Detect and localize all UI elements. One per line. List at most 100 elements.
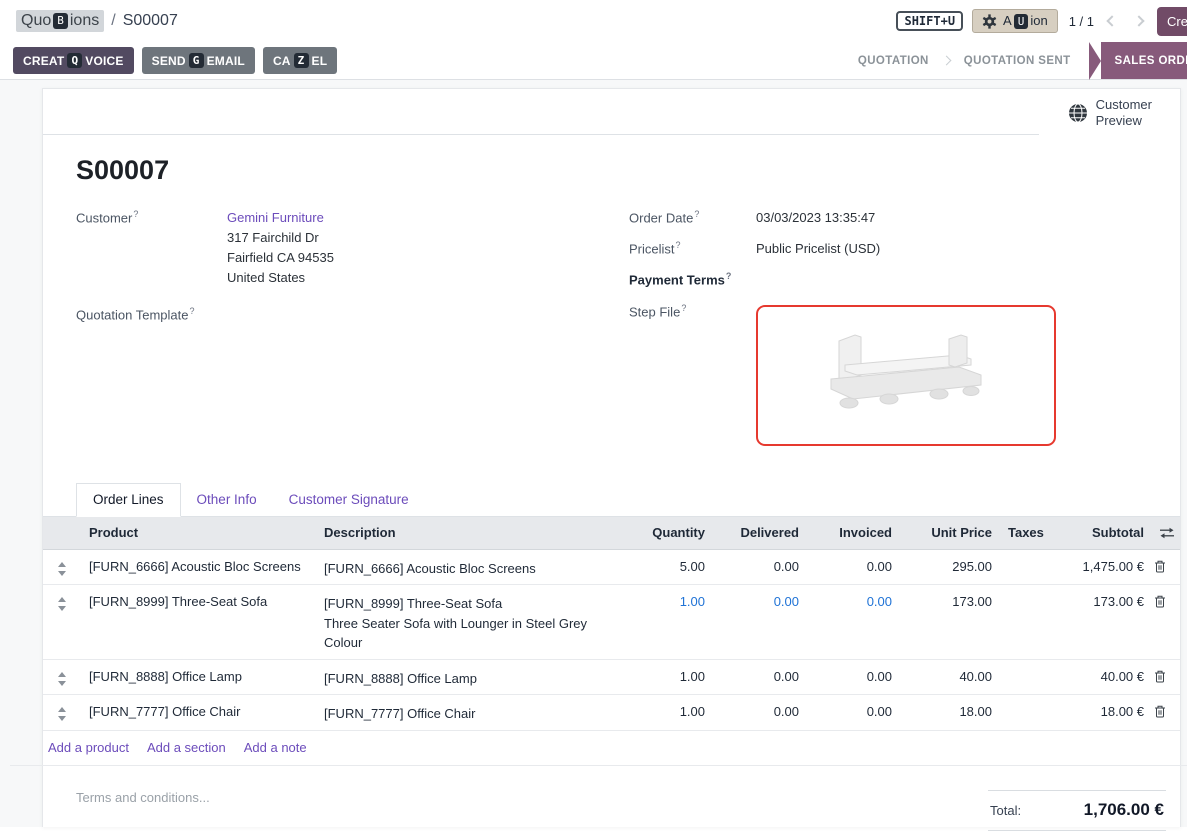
statusbar-step-sales-order[interactable]: SALES ORDER [1101, 42, 1187, 79]
shortcut-badge: SHIFT+U [896, 11, 963, 31]
step-file-image[interactable] [756, 305, 1056, 446]
cell-unit-price: 295.00 [900, 550, 1000, 585]
cell-quantity: 5.00 [628, 550, 713, 585]
delete-row-button[interactable] [1152, 550, 1182, 585]
header-subtotal[interactable]: Subtotal [1044, 517, 1152, 549]
hotkey-hint-q: Q [67, 53, 82, 69]
form-sheet: CustomerPreview S00007 Customer? Gemini … [42, 88, 1181, 827]
pager-value: 1 / 1 [1069, 14, 1094, 29]
field-payment-terms[interactable]: Payment Terms? [629, 270, 1147, 287]
adjust-columns-icon [1160, 527, 1174, 539]
order-date-value[interactable]: 03/03/2023 13:35:47 [756, 208, 875, 228]
order-lines-table: Product Description Quantity Delivered I… [43, 517, 1180, 766]
delete-row-button[interactable] [1152, 695, 1182, 730]
optional-columns-button[interactable] [1152, 517, 1182, 549]
header-handle-spacer [43, 517, 81, 549]
pricelist-label: Pricelist? [629, 239, 756, 259]
cell-description: [FURN_7777] Office Chair [316, 695, 628, 730]
trash-icon [1154, 705, 1166, 718]
field-groups: Customer? Gemini Furniture 317 Fairchild… [76, 208, 1147, 457]
page-title: S00007 [76, 155, 1147, 186]
cell-product: [FURN_8888] Office Lamp [81, 660, 316, 695]
send-email-button[interactable]: SENDGEMAIL [142, 47, 255, 75]
cell-unit-price: 40.00 [900, 660, 1000, 695]
add-note-link[interactable]: Add a note [244, 740, 307, 755]
breadcrumb-section-pre: Quo [21, 12, 51, 30]
cell-taxes [1000, 660, 1044, 695]
table-row[interactable]: [FURN_6666] Acoustic Bloc Screens [FURN_… [43, 550, 1180, 586]
customer-preview-button[interactable]: CustomerPreview [1068, 97, 1152, 130]
breadcrumb-separator: / [111, 12, 115, 30]
header-taxes[interactable]: Taxes [1000, 517, 1044, 549]
action-menu-button[interactable]: AUion [972, 9, 1058, 34]
statusbar-step-quotation-sent[interactable]: QUOTATION SENT [950, 42, 1085, 79]
table-row[interactable]: [FURN_8888] Office Lamp [FURN_8888] Offi… [43, 660, 1180, 696]
cell-subtotal: 18.00 € [1044, 695, 1152, 730]
content-area: CustomerPreview S00007 Customer? Gemini … [0, 80, 1187, 827]
globe-icon [1068, 103, 1088, 123]
field-pricelist: Pricelist? Public Pricelist (USD) [629, 239, 1147, 259]
cell-subtotal: 40.00 € [1044, 660, 1152, 695]
address-line-2: Fairfield CA 94535 [227, 248, 334, 268]
cell-invoiced: 0.00 [807, 695, 900, 730]
pager-previous-button[interactable] [1103, 12, 1121, 30]
terms-input-placeholder[interactable]: Terms and conditions... [76, 790, 210, 805]
help-icon: ? [676, 240, 681, 250]
table-row[interactable]: [FURN_7777] Office Chair [FURN_7777] Off… [43, 695, 1180, 731]
header-quantity[interactable]: Quantity [628, 517, 713, 549]
top-bar: QuoBions / S00007 SHIFT+U AUion 1 / 1 Cr… [0, 0, 1187, 42]
cell-quantity: 1.00 [628, 695, 713, 730]
cell-product: [FURN_8999] Three-Seat Sofa [81, 585, 316, 659]
cell-taxes [1000, 585, 1044, 659]
topbar-right: SHIFT+U AUion 1 / 1 Create [896, 7, 1187, 36]
field-customer: Customer? Gemini Furniture 317 Fairchild… [76, 208, 629, 289]
table-row[interactable]: [FURN_8999] Three-Seat Sofa [FURN_8999] … [43, 585, 1180, 660]
pricelist-value[interactable]: Public Pricelist (USD) [756, 239, 880, 259]
cell-quantity: 1.00 [628, 585, 713, 659]
tab-customer-signature[interactable]: Customer Signature [273, 484, 425, 516]
help-icon: ? [133, 209, 138, 219]
statusbar-step-quotation[interactable]: QUOTATION [844, 42, 943, 79]
delete-row-button[interactable] [1152, 660, 1182, 695]
breadcrumb-quotations[interactable]: QuoBions [16, 10, 104, 32]
hotkey-hint-b: B [53, 13, 68, 29]
drag-handle[interactable] [43, 550, 81, 585]
cell-taxes [1000, 550, 1044, 585]
action-label: AUion [1003, 13, 1048, 30]
table-footer-links: Add a product Add a section Add a note [10, 731, 1187, 766]
tab-order-lines[interactable]: Order Lines [76, 483, 181, 517]
cell-quantity: 1.00 [628, 660, 713, 695]
cell-invoiced: 0.00 [807, 660, 900, 695]
header-delivered[interactable]: Delivered [713, 517, 807, 549]
cell-taxes [1000, 695, 1044, 730]
drag-handle-icon [57, 672, 67, 686]
field-quotation-template[interactable]: Quotation Template? [76, 305, 629, 322]
create-invoice-button[interactable]: CREATQVOICE [13, 47, 134, 75]
header-invoiced[interactable]: Invoiced [807, 517, 900, 549]
breadcrumb: QuoBions / S00007 [16, 10, 178, 32]
drag-handle[interactable] [43, 585, 81, 659]
add-section-link[interactable]: Add a section [147, 740, 226, 755]
header-product[interactable]: Product [81, 517, 316, 549]
header-unit-price[interactable]: Unit Price [900, 517, 1000, 549]
header-description[interactable]: Description [316, 517, 628, 549]
customer-link[interactable]: Gemini Furniture [227, 210, 324, 225]
hotkey-hint-u: U [1014, 14, 1029, 30]
drag-handle[interactable] [43, 660, 81, 695]
delete-row-button[interactable] [1152, 585, 1182, 659]
trash-icon [1154, 595, 1166, 608]
cell-delivered: 0.00 [713, 695, 807, 730]
sheet-footer: Terms and conditions... Total: 1,706.00 … [76, 790, 1147, 831]
drag-handle-icon [57, 707, 67, 721]
pager-next-button[interactable] [1130, 12, 1148, 30]
tab-other-info[interactable]: Other Info [181, 484, 273, 516]
drag-handle-icon [57, 562, 67, 576]
drag-handle[interactable] [43, 695, 81, 730]
create-button[interactable]: Create [1157, 7, 1187, 36]
hotkey-hint-z: Z [294, 53, 309, 69]
trash-icon [1154, 560, 1166, 573]
address-line-3: United States [227, 268, 334, 288]
add-product-link[interactable]: Add a product [48, 740, 129, 755]
field-order-date: Order Date? 03/03/2023 13:35:47 [629, 208, 1147, 228]
cancel-button[interactable]: CAZEL [263, 47, 337, 75]
